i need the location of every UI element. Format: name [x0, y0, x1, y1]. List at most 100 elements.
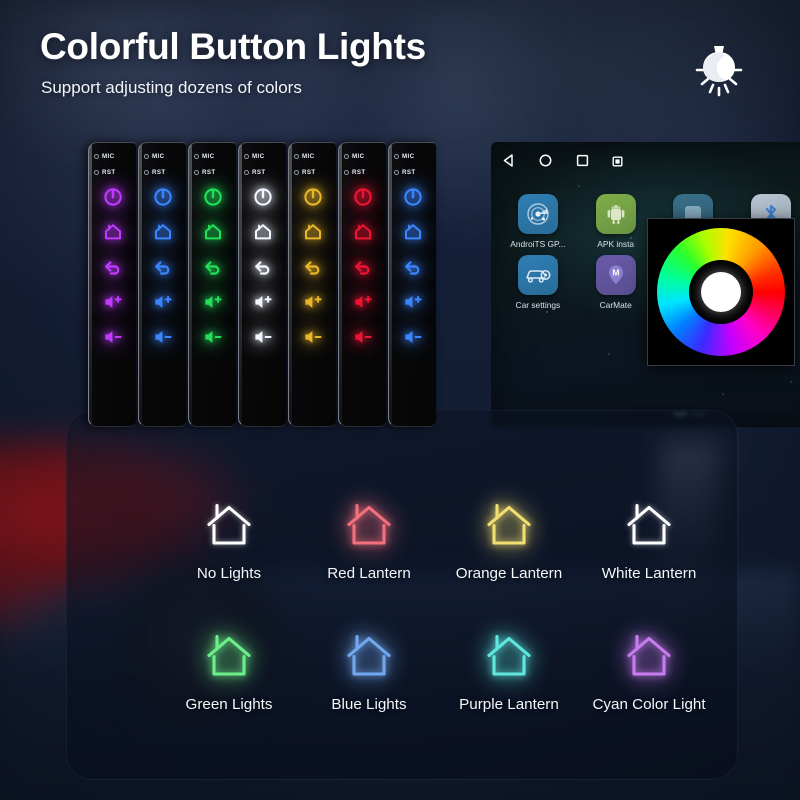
back-icon[interactable] — [402, 256, 424, 278]
app-carmate[interactable]: M CarMate — [577, 255, 655, 310]
android-navigation-bar[interactable] — [491, 148, 800, 178]
gps-radar-icon[interactable] — [517, 194, 558, 234]
led-button-column[interactable]: MIC RST — [339, 143, 386, 426]
color-wheel-picker[interactable] — [647, 218, 795, 366]
back-icon[interactable] — [302, 256, 324, 278]
android-robot-icon[interactable] — [595, 194, 636, 234]
lantern-option-blue-lights[interactable]: Blue Lights — [299, 630, 439, 713]
home-icon[interactable] — [352, 221, 374, 243]
house-lantern-icon[interactable] — [482, 499, 536, 551]
reset-indicator[interactable]: RST — [394, 169, 434, 176]
stereo-unit-1[interactable]: MIC RST — [88, 142, 136, 427]
page-title: Colorful Button Lights — [40, 26, 426, 67]
reset-dot-icon[interactable] — [94, 170, 99, 175]
volume-down-icon[interactable] — [402, 326, 424, 348]
volume-down-icon[interactable] — [102, 326, 124, 348]
app-car-settings[interactable]: Car settings — [499, 255, 577, 310]
reset-dot-icon[interactable] — [194, 170, 199, 175]
screenshot-icon[interactable] — [612, 154, 623, 172]
stereo-unit-4[interactable]: MIC RST — [238, 142, 286, 427]
volume-down-icon[interactable] — [252, 326, 274, 348]
house-lantern-icon[interactable] — [342, 630, 396, 682]
back-icon[interactable] — [352, 256, 374, 278]
triangle-back-icon[interactable] — [501, 153, 516, 173]
house-lantern-icon[interactable] — [622, 499, 676, 551]
led-button-column[interactable]: MIC RST — [239, 143, 286, 426]
house-lantern-icon[interactable] — [342, 499, 396, 551]
volume-up-icon[interactable] — [102, 291, 124, 313]
back-icon[interactable] — [202, 256, 224, 278]
volume-down-icon[interactable] — [202, 326, 224, 348]
lantern-label: Green Lights — [185, 696, 273, 713]
volume-up-icon[interactable] — [152, 291, 174, 313]
volume-down-icon[interactable] — [302, 326, 324, 348]
led-button-column[interactable]: MIC RST — [89, 143, 136, 426]
lantern-option-cyan-color-light[interactable]: Cyan Color Light — [579, 630, 719, 713]
reset-indicator[interactable]: RST — [344, 169, 384, 176]
lantern-option-orange-lantern[interactable]: Orange Lantern — [439, 499, 579, 582]
volume-down-icon[interactable] — [352, 326, 374, 348]
power-icon[interactable] — [302, 186, 324, 208]
carmate-pin-icon[interactable]: M — [595, 255, 636, 295]
reset-indicator[interactable]: RST — [244, 169, 284, 176]
lantern-option-purple-lantern[interactable]: Purple Lantern — [439, 630, 579, 713]
lantern-option-green-lights[interactable]: Green Lights — [159, 630, 299, 713]
volume-up-icon[interactable] — [402, 291, 424, 313]
power-icon[interactable] — [252, 186, 274, 208]
power-icon[interactable] — [202, 186, 224, 208]
square-recents-icon[interactable] — [575, 153, 590, 173]
house-lantern-icon[interactable] — [622, 630, 676, 682]
stereo-unit-5[interactable]: MIC RST — [288, 142, 336, 427]
home-icon[interactable] — [202, 221, 224, 243]
stereo-unit-7[interactable]: MIC RST — [388, 142, 436, 427]
android-head-unit-screen[interactable]: AndroiTS GP... APK insta luetooth Boo Ca… — [491, 142, 800, 427]
reset-dot-icon[interactable] — [394, 170, 399, 175]
back-icon[interactable] — [152, 256, 174, 278]
lantern-option-white-lantern[interactable]: White Lantern — [579, 499, 719, 582]
reset-indicator[interactable]: RST — [144, 169, 184, 176]
stereo-unit-2[interactable]: MIC RST — [138, 142, 186, 427]
reset-label: RST — [352, 169, 366, 176]
lantern-option-no-lights[interactable]: No Lights — [159, 499, 299, 582]
reset-indicator[interactable]: RST — [94, 169, 134, 176]
lantern-option-red-lantern[interactable]: Red Lantern — [299, 499, 439, 582]
mic-label: MIC — [152, 153, 165, 160]
house-lantern-icon[interactable] — [202, 499, 256, 551]
volume-down-icon[interactable] — [152, 326, 174, 348]
reset-indicator[interactable]: RST — [294, 169, 334, 176]
reset-dot-icon[interactable] — [244, 170, 249, 175]
home-icon[interactable] — [152, 221, 174, 243]
back-icon[interactable] — [252, 256, 274, 278]
home-icon[interactable] — [102, 221, 124, 243]
power-icon[interactable] — [352, 186, 374, 208]
power-icon[interactable] — [152, 186, 174, 208]
volume-up-icon[interactable] — [202, 291, 224, 313]
circle-home-icon[interactable] — [538, 153, 553, 173]
power-icon[interactable] — [102, 186, 124, 208]
back-icon[interactable] — [102, 256, 124, 278]
car-gear-icon[interactable] — [517, 255, 558, 295]
stereo-unit-3[interactable]: MIC RST — [188, 142, 236, 427]
app-apk-insta[interactable]: APK insta — [577, 194, 655, 249]
led-button-column[interactable]: MIC RST — [389, 143, 436, 426]
led-button-column[interactable]: MIC RST — [289, 143, 336, 426]
color-wheel-center-swatch[interactable] — [701, 272, 741, 312]
volume-up-icon[interactable] — [302, 291, 324, 313]
led-button-column[interactable]: MIC RST — [189, 143, 236, 426]
house-lantern-icon[interactable] — [482, 630, 536, 682]
home-icon[interactable] — [252, 221, 274, 243]
app-androits-gp[interactable]: AndroiTS GP... — [499, 194, 577, 249]
home-icon[interactable] — [302, 221, 324, 243]
house-lantern-icon[interactable] — [202, 630, 256, 682]
led-button-column[interactable]: MIC RST — [139, 143, 186, 426]
reset-indicator[interactable]: RST — [194, 169, 234, 176]
stereo-unit-6[interactable]: MIC RST — [338, 142, 386, 427]
volume-up-icon[interactable] — [352, 291, 374, 313]
reset-dot-icon[interactable] — [344, 170, 349, 175]
power-icon[interactable] — [402, 186, 424, 208]
lantern-grid[interactable]: No Lights Red Lantern Orange Lantern Whi… — [159, 499, 719, 713]
volume-up-icon[interactable] — [252, 291, 274, 313]
reset-dot-icon[interactable] — [144, 170, 149, 175]
reset-dot-icon[interactable] — [294, 170, 299, 175]
home-icon[interactable] — [402, 221, 424, 243]
